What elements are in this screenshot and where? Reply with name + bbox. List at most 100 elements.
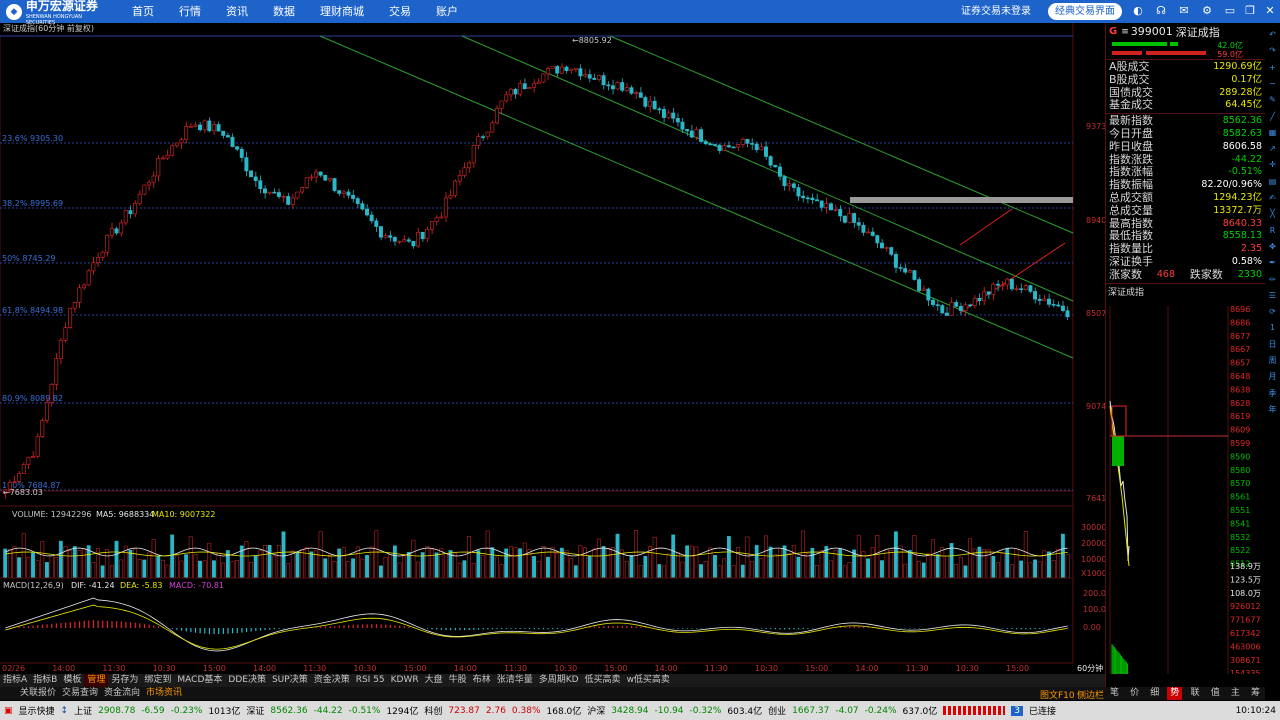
nav-item-4[interactable]: 理财商城 — [320, 0, 364, 23]
cross-icon[interactable]: ╳ — [1266, 207, 1279, 220]
candle-up — [54, 358, 59, 385]
bottom-tab-1[interactable]: 交易查询 — [59, 687, 101, 700]
rsi-icon[interactable]: R — [1266, 224, 1279, 237]
right-tab-3[interactable]: 势 — [1167, 687, 1183, 700]
indicator-tab-17[interactable]: 低买高卖 — [582, 674, 624, 687]
bottom-tab-2[interactable]: 资金流向 — [101, 687, 143, 700]
indicator-tab-2[interactable]: 模板 — [60, 674, 84, 687]
indicator-tab-4[interactable]: 另存为 — [108, 674, 141, 687]
right-tab-0[interactable]: 笔 — [1107, 687, 1122, 700]
note-icon[interactable]: ✍ — [1266, 191, 1279, 204]
settings-icon[interactable]: ⚙ — [1199, 3, 1215, 19]
indicator-tab-0[interactable]: 指标A — [0, 674, 30, 687]
indicator-tab-14[interactable]: 布林 — [470, 674, 494, 687]
mini-axis-label: 8628 — [1230, 399, 1250, 408]
volume-bar — [494, 556, 499, 579]
week-icon[interactable]: 周 — [1266, 354, 1279, 367]
time-axis-label: 11:30 — [504, 664, 527, 673]
move-icon[interactable]: ✥ — [1266, 240, 1279, 253]
month-icon[interactable]: 月 — [1266, 370, 1279, 383]
candle-up — [267, 191, 272, 194]
volume-bar — [935, 554, 940, 579]
nav-item-0[interactable]: 首页 — [132, 0, 154, 23]
forward-icon[interactable]: ↷ — [1266, 44, 1279, 57]
indicator-tab-7[interactable]: DDE决策 — [225, 674, 269, 687]
indicator-tab-3[interactable]: 管理 — [84, 674, 109, 687]
indicator-tab-6[interactable]: MACD基本 — [174, 674, 225, 687]
list-icon[interactable]: ≡ — [1121, 27, 1129, 37]
list-icon[interactable]: ☰ — [1266, 289, 1279, 302]
minimize-icon[interactable]: ▭ — [1222, 3, 1238, 19]
volume-bar — [819, 550, 824, 579]
right-tab-5[interactable]: 值 — [1208, 687, 1223, 700]
candle-up — [49, 384, 54, 404]
mail-icon[interactable]: ✉ — [1176, 3, 1192, 19]
candle-down — [406, 239, 411, 242]
draw-icon[interactable]: ✎ — [1266, 93, 1279, 106]
connection-status[interactable]: 已连接 — [1029, 704, 1056, 717]
indicator-tab-13[interactable]: 牛股 — [446, 674, 470, 687]
candle-up — [485, 131, 490, 138]
kline-chart-svg[interactable]: 深证成指(60分钟 前复权) 23.6% 9305.30 38.2% 8995.69… — [0, 23, 1111, 674]
close-icon[interactable]: ✕ — [1262, 3, 1278, 19]
minute-icon[interactable]: 1 — [1266, 321, 1279, 334]
indicator-tab-18[interactable]: w低买高卖 — [624, 674, 673, 687]
f10-tab[interactable]: 图文F10 — [1040, 688, 1075, 701]
season-icon[interactable]: 季 — [1266, 387, 1279, 400]
nav-item-1[interactable]: 行情 — [179, 0, 201, 23]
right-tab-6[interactable]: 主 — [1228, 687, 1243, 700]
bottom-tab-0[interactable]: 关联报价 — [17, 687, 59, 700]
headset-icon[interactable]: ☊ — [1153, 3, 1169, 19]
volume-bar — [54, 557, 59, 579]
hs-label[interactable]: 沪深 — [587, 704, 605, 717]
candle-up — [1014, 288, 1019, 291]
indicator-tab-15[interactable]: 张清华量 — [494, 674, 536, 687]
restore-icon[interactable]: ❐ — [1242, 3, 1258, 19]
zoom-in-icon[interactable]: + — [1266, 61, 1279, 74]
kc-label[interactable]: 科创 — [424, 704, 442, 717]
intraday-mini-chart[interactable]: 8696 8686 8677 8667 8657 8648 8638 8628 8619 8609… — [1106, 306, 1264, 674]
bottom-tab-3[interactable]: 市场资讯 — [143, 687, 185, 700]
indicator-tab-16[interactable]: 多周期KD — [536, 674, 582, 687]
sh-label[interactable]: 上证 — [74, 704, 92, 717]
right-tab-1[interactable]: 价 — [1127, 687, 1142, 700]
crosshair-icon[interactable]: ✛ — [1266, 158, 1279, 171]
candle-up — [397, 240, 402, 243]
kline-chart-area[interactable]: 深证成指(60分钟 前复权) 23.6% 9305.30 38.2% 8995.69… — [0, 23, 1111, 674]
zoom-out-icon[interactable]: − — [1266, 77, 1279, 90]
nav-item-6[interactable]: 账户 — [436, 0, 458, 23]
candle-up — [982, 291, 986, 302]
indicator-tab-1[interactable]: 指标B — [30, 674, 60, 687]
theme-icon[interactable]: ◐ — [1130, 3, 1146, 19]
indicator-tab-5[interactable]: 绑定到 — [141, 674, 174, 687]
right-tab-7[interactable]: 筹 — [1248, 687, 1263, 700]
nav-item-2[interactable]: 资讯 — [226, 0, 248, 23]
nav-item-3[interactable]: 数据 — [273, 0, 295, 23]
classic-trade-button[interactable]: 经典交易界面 — [1048, 3, 1122, 20]
back-icon[interactable]: ↶ — [1266, 28, 1279, 41]
edit-icon[interactable]: ✏ — [1266, 273, 1279, 286]
arrow-icon[interactable]: ↗ — [1266, 142, 1279, 155]
indicator-tab-8[interactable]: SUP决策 — [269, 674, 311, 687]
trade-login-status[interactable]: 证券交易未登录 — [961, 0, 1031, 23]
grid-icon[interactable]: ▦ — [1266, 126, 1279, 139]
right-tab-2[interactable]: 细 — [1147, 687, 1162, 700]
indicator-tab-12[interactable]: 大盘 — [422, 674, 446, 687]
year-icon[interactable]: 年 — [1266, 403, 1279, 416]
nav-item-5[interactable]: 交易 — [389, 0, 411, 23]
sz-label[interactable]: 深证 — [246, 704, 264, 717]
line-icon[interactable]: ╱ — [1266, 110, 1279, 123]
show-fast-button[interactable]: 显示快捷 — [19, 704, 55, 717]
right-tab-4[interactable]: 联 — [1188, 687, 1203, 700]
cy-label[interactable]: 创业 — [768, 704, 786, 717]
sidebar-tab[interactable]: 侧边栏 — [1077, 688, 1104, 701]
candle-down — [726, 145, 731, 148]
layout-icon[interactable]: ▤ — [1266, 175, 1279, 188]
indicator-tab-9[interactable]: 资金决策 — [311, 674, 353, 687]
day-icon[interactable]: 日 — [1266, 338, 1279, 351]
refresh-icon[interactable]: ⟳ — [1266, 305, 1279, 318]
time-axis-label: 15:00 — [805, 664, 828, 673]
pen-icon[interactable]: ✒ — [1266, 256, 1279, 269]
indicator-tab-10[interactable]: RSI 55 — [353, 674, 388, 687]
indicator-tab-11[interactable]: KDWR — [388, 674, 422, 687]
